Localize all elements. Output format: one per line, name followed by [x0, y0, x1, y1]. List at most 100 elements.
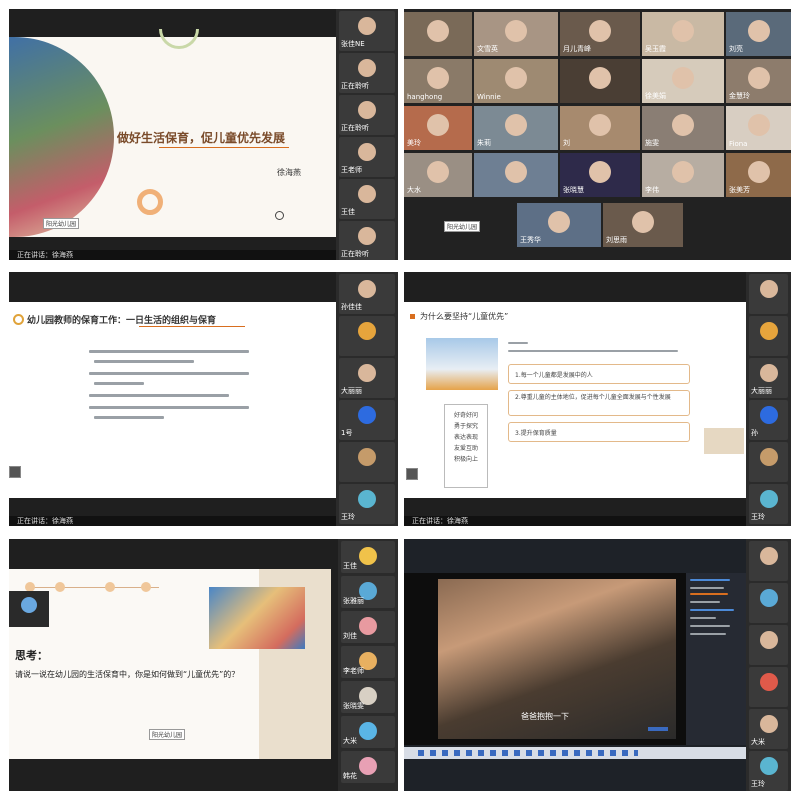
participant-tile[interactable] — [749, 541, 788, 581]
participant-tile[interactable]: 金慧玲 — [726, 59, 791, 103]
chat-panel[interactable] — [686, 573, 746, 745]
participant-tile[interactable] — [749, 274, 788, 314]
participant-tile[interactable] — [749, 442, 788, 482]
participant-tile[interactable]: 张佳NE — [339, 11, 395, 51]
participant-sidebar[interactable]: 孙佳佳 大丽丽 1号 王玲 — [336, 272, 398, 526]
participant-tile[interactable]: 大米 — [341, 716, 395, 748]
participant-tile[interactable]: 王玲 — [749, 484, 788, 524]
participant-tile[interactable]: 正在聆听 — [339, 221, 395, 260]
avatar — [759, 322, 778, 340]
body-text-line — [89, 394, 229, 397]
participant-tile[interactable]: 徐美娟 — [642, 59, 724, 103]
participant-tile[interactable] — [749, 316, 788, 356]
participant-tile[interactable]: 王玲 — [749, 751, 788, 791]
participant-tile[interactable]: 韩花 — [341, 751, 395, 783]
participant-tile[interactable]: 刘佳 — [341, 611, 395, 643]
participant-tile[interactable]: hanghong — [404, 59, 472, 103]
participant-tile[interactable]: 张美芳 — [726, 153, 791, 197]
participant-tile[interactable]: 孙 — [749, 400, 788, 440]
point-box: 1.每一个儿童都是发展中的人 — [508, 364, 690, 384]
speaker-bar: 正在讲话：徐海燕 — [404, 516, 791, 526]
participant-tile[interactable] — [404, 12, 472, 56]
keyword: 积极向上 — [453, 456, 478, 463]
avatar — [672, 20, 694, 42]
avatar — [589, 114, 611, 136]
point-text: 3.提升保育质量 — [515, 430, 557, 437]
participant-sidebar[interactable]: 大丽丽 孙 王玲 — [746, 272, 791, 526]
participant-tile[interactable] — [474, 153, 558, 197]
slide-author: 徐海燕 — [277, 168, 301, 177]
participant-tile[interactable]: 正在聆听 — [339, 95, 395, 135]
participant-tile[interactable]: 大丽丽 — [339, 358, 395, 398]
participant-tile[interactable]: 正在聆听 — [339, 53, 395, 93]
participant-tile[interactable]: 李老师 — [341, 646, 395, 678]
avatar — [358, 364, 376, 382]
avatar — [747, 67, 770, 89]
participant-tile[interactable]: 美玲 — [404, 106, 472, 150]
participant-tile[interactable] — [339, 442, 395, 482]
avatar — [672, 114, 694, 136]
participant-tile[interactable] — [560, 59, 640, 103]
texture-patch — [704, 428, 744, 454]
video-panel-4: 为什么要坚持“儿童优先” 1.每一个儿童都是发展中的人 2.尊重儿童的主体地位，… — [404, 272, 791, 526]
participant-tile[interactable]: 吴玉霞 — [642, 12, 724, 56]
participant-tile[interactable]: 王佳 — [341, 541, 395, 573]
avatar — [358, 59, 376, 77]
participant-tile[interactable]: 王老师 — [339, 137, 395, 177]
participant-tile[interactable]: 月儿青峰 — [560, 12, 640, 56]
participant-tile[interactable]: 李伟 — [642, 153, 724, 197]
shared-slide-1: 做好生活保育，促儿童优先发展 徐海燕 阳光幼儿园 — [9, 29, 336, 237]
keyword: 勇于探究 — [453, 423, 478, 430]
avatar — [359, 617, 377, 635]
participant-tile[interactable] — [749, 625, 788, 665]
participant-tile[interactable]: 大米 — [749, 709, 788, 749]
participant-tile[interactable] — [749, 583, 788, 623]
taskbar-icons[interactable] — [418, 750, 638, 756]
avatar — [632, 211, 654, 233]
chat-line — [690, 593, 728, 595]
participant-tile[interactable]: 大丽丽 — [749, 358, 788, 398]
participant-tile[interactable]: Winnie — [474, 59, 558, 103]
avatar — [759, 547, 778, 565]
taskbar[interactable] — [404, 747, 746, 759]
participant-tile[interactable]: Fiona — [726, 106, 791, 150]
participant-tile[interactable]: 刘思雨 — [603, 203, 683, 247]
participant-tile[interactable]: 张雅丽 — [341, 576, 395, 608]
timeline-dot-icon — [141, 582, 151, 592]
avatar — [759, 589, 778, 607]
participant-sidebar[interactable]: 王佳 张雅丽 刘佳 李老师 张晓雯 大米 韩花 — [338, 539, 398, 791]
participant-tile[interactable]: 张晓雯 — [341, 681, 395, 713]
chat-line — [690, 601, 720, 603]
participant-tile[interactable]: 文雪英 — [474, 12, 558, 56]
participant-tile[interactable] — [749, 667, 788, 707]
video-player[interactable]: 爸爸抱抱一下 — [404, 573, 686, 745]
menu-icon[interactable] — [9, 466, 21, 478]
participant-tile[interactable]: 刘 — [560, 106, 640, 150]
participant-tile[interactable] — [339, 316, 395, 356]
participant-tile[interactable]: 1号 — [339, 400, 395, 440]
slide-title: 做好生活保育，促儿童优先发展 — [117, 131, 286, 145]
participant-tile[interactable]: 刘亮 — [726, 12, 791, 56]
participant-tile[interactable]: 王佳 — [339, 179, 395, 219]
participant-sidebar[interactable]: 张佳NE 正在聆听 正在聆听 王老师 王佳 正在聆听 — [336, 9, 398, 260]
avatar — [427, 20, 449, 42]
participant-tile[interactable]: 朱莉 — [474, 106, 558, 150]
participant-tile[interactable]: 大水 — [404, 153, 472, 197]
self-video-tile[interactable] — [9, 591, 49, 627]
deco-arc-icon — [159, 29, 199, 49]
body-text-line — [89, 350, 249, 353]
menu-icon[interactable] — [406, 468, 418, 480]
body-text-line — [94, 382, 144, 385]
shared-slide-5: 思考： 请说一说在幼儿园的生活保育中，你是如何做到“儿童优先”的？ 阳光幼儿园 — [9, 569, 331, 759]
avatar — [747, 161, 770, 183]
room-badge: 阳光幼儿园 — [444, 221, 481, 232]
point-box: 2.尊重儿童的主体地位，促进每个儿童全面发展与个性发展 — [508, 390, 690, 416]
bullet-logo-icon — [13, 314, 24, 325]
participant-sidebar[interactable]: 大米 王玲 — [746, 539, 791, 791]
participant-tile[interactable]: 张晓慧 — [560, 153, 640, 197]
keyword: 友爱互助 — [453, 445, 478, 452]
participant-tile[interactable]: 王秀华 — [517, 203, 601, 247]
participant-tile[interactable]: 王玲 — [339, 484, 395, 524]
participant-tile[interactable]: 施雯 — [642, 106, 724, 150]
participant-tile[interactable]: 孙佳佳 — [339, 274, 395, 314]
